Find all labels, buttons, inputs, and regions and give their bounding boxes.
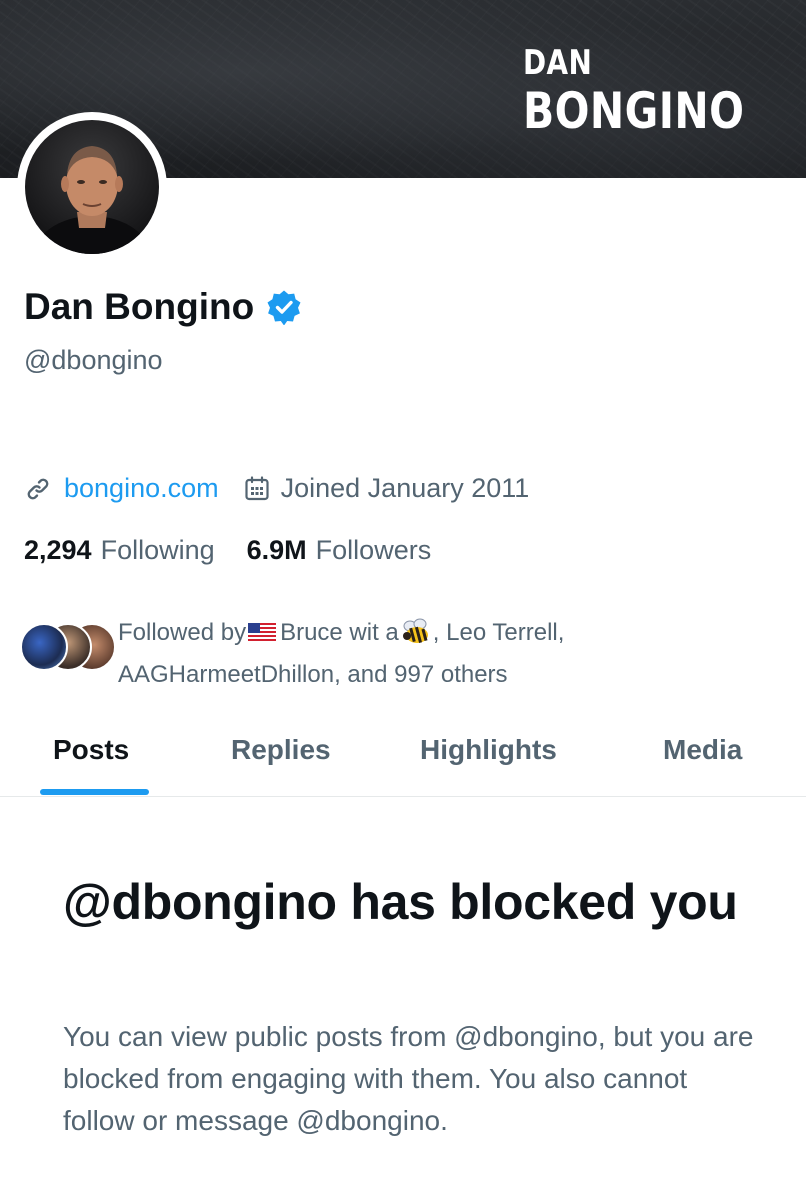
followed-by[interactable]: Followed by Bruce wit a , Leo Terrell, A… bbox=[20, 615, 678, 693]
tab-replies[interactable]: Replies bbox=[231, 734, 331, 766]
followed-by-line2: AAGHarmeetDhillon, and 997 others bbox=[118, 661, 508, 688]
follower-avatar bbox=[20, 623, 68, 671]
calendar-icon bbox=[243, 475, 271, 503]
joined-date: Joined January 2011 bbox=[243, 473, 530, 504]
link-icon bbox=[24, 475, 52, 503]
avatar-ring bbox=[17, 112, 167, 262]
profile-meta: bongino.com Joined January 2011 bbox=[24, 473, 529, 504]
avatar-photo bbox=[32, 146, 152, 254]
profile-handle: @dbongino bbox=[24, 345, 163, 375]
followers-label: Followers bbox=[315, 535, 432, 565]
active-tab-indicator bbox=[40, 789, 149, 795]
follower-name-1[interactable]: Bruce wit a bbox=[280, 619, 399, 646]
joined-date-text: Joined January 2011 bbox=[280, 473, 530, 503]
banner-logo-line1: DAN bbox=[523, 43, 593, 83]
profile-stats: 2,294 Following 6.9M Followers bbox=[24, 535, 431, 566]
display-name: Dan Bongino bbox=[24, 286, 255, 327]
avatar[interactable] bbox=[25, 120, 159, 254]
us-flag-icon bbox=[248, 618, 277, 654]
bee-icon bbox=[401, 618, 433, 657]
banner-logo-line2: BONGINO bbox=[523, 82, 745, 140]
followed-by-rest: , Leo Terrell, bbox=[432, 619, 565, 646]
profile-tabs: Posts Replies Highlights Media bbox=[0, 712, 806, 797]
blocked-message: You can view public posts from @dbongino… bbox=[63, 1021, 754, 1136]
following-label: Following bbox=[100, 535, 215, 565]
following-stat[interactable]: 2,294 Following bbox=[24, 535, 215, 566]
follower-avatars bbox=[20, 623, 116, 675]
followers-count: 6.9M bbox=[246, 535, 307, 565]
website-link[interactable]: bongino.com bbox=[64, 473, 219, 504]
followed-by-text: Followed by Bruce wit a , Leo Terrell, A… bbox=[118, 615, 678, 693]
followers-stat[interactable]: 6.9M Followers bbox=[247, 535, 432, 566]
tab-media[interactable]: Media bbox=[663, 734, 742, 766]
tab-posts[interactable]: Posts bbox=[53, 734, 129, 766]
profile-name-row: Dan Bongino bbox=[24, 286, 302, 328]
followed-by-prefix: Followed by bbox=[118, 619, 247, 646]
following-count: 2,294 bbox=[24, 535, 92, 565]
verified-badge-icon[interactable] bbox=[266, 289, 302, 326]
blocked-title: @dbongino has blocked you bbox=[63, 874, 738, 930]
banner-logo: DAN BONGINO bbox=[523, 46, 744, 136]
tab-highlights[interactable]: Highlights bbox=[420, 734, 557, 766]
